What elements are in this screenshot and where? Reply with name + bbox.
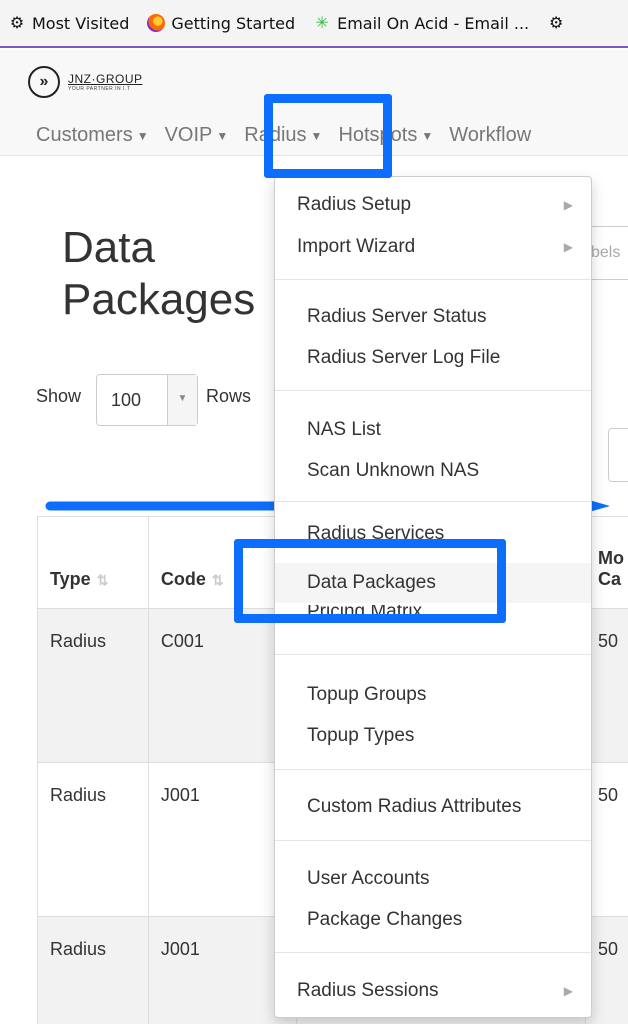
logo-text: JNZ·GROUP YOUR PARTNER IN I.T bbox=[68, 72, 143, 92]
cell-type: Radius bbox=[37, 916, 149, 1024]
menu-item-label: Package Changes bbox=[307, 909, 463, 930]
menu-item-nas-list[interactable]: NAS List bbox=[275, 410, 591, 450]
filter-input-partial[interactable] bbox=[608, 428, 628, 482]
menu-item-label: Radius Server Log File bbox=[307, 347, 501, 368]
cell-type: Radius bbox=[37, 762, 149, 917]
menu-item-scan-unknown-nas[interactable]: Scan Unknown NAS bbox=[275, 451, 591, 491]
caret-down-icon: ▼ bbox=[421, 128, 434, 143]
menu-item-package-changes[interactable]: Package Changes bbox=[275, 900, 591, 940]
nav-item-label: Workflow bbox=[449, 124, 532, 146]
show-label: Show bbox=[36, 386, 82, 406]
chevron-down-icon: ▼ bbox=[167, 375, 197, 425]
caret-down-icon: ▼ bbox=[216, 128, 229, 143]
menu-item-radius-setup[interactable]: Radius Setup ▶ bbox=[275, 185, 591, 225]
menu-divider bbox=[275, 279, 591, 280]
bookmark-label: Getting Started bbox=[171, 13, 296, 33]
bookmark-email-on-acid[interactable]: ✳ Email On Acid - Email ... bbox=[313, 14, 529, 33]
logo[interactable]: » JNZ·GROUP YOUR PARTNER IN I.T bbox=[28, 66, 143, 98]
spark-icon: ✳ bbox=[315, 13, 329, 32]
menu-item-import-wizard[interactable]: Import Wizard ▶ bbox=[275, 227, 591, 267]
menu-divider bbox=[275, 501, 591, 502]
logo-tagline: YOUR PARTNER IN I.T bbox=[68, 86, 131, 92]
menu-divider bbox=[275, 769, 591, 770]
menu-divider bbox=[275, 654, 591, 655]
bookmark-label: Most Visited bbox=[32, 13, 130, 33]
menu-item-topup-types[interactable]: Topup Types bbox=[275, 716, 591, 756]
menu-item-label: Radius Setup bbox=[297, 194, 412, 215]
menu-divider bbox=[275, 390, 591, 391]
bookmarks-bar: ⚙ Most Visited Getting Started ✳ Email O… bbox=[0, 0, 628, 48]
bookmark-label: Email On Acid - Email ... bbox=[337, 13, 530, 33]
bookmark-most-visited[interactable]: ⚙ Most Visited bbox=[8, 13, 130, 33]
menu-item-label: Custom Radius Attributes bbox=[307, 796, 522, 817]
chevron-right-icon: ▶ bbox=[563, 240, 573, 254]
nav-item-label: Customers bbox=[36, 124, 133, 146]
menu-item-label: Scan Unknown NAS bbox=[307, 460, 480, 481]
menu-item-label: Radius Sessions bbox=[297, 980, 439, 1001]
sort-icon: ⇅ bbox=[96, 572, 109, 588]
firefox-icon bbox=[147, 14, 166, 32]
cell-type: Radius bbox=[37, 608, 149, 763]
data-packages-highlight-box bbox=[234, 539, 506, 623]
menu-item-topup-groups[interactable]: Topup Groups bbox=[275, 675, 591, 715]
nav-item-customers[interactable]: Customers ▼ bbox=[36, 124, 149, 147]
nav-item-voip[interactable]: VOIP ▼ bbox=[165, 124, 229, 147]
caret-down-icon: ▼ bbox=[136, 128, 149, 143]
menu-divider bbox=[275, 840, 591, 841]
menu-item-label: Topup Groups bbox=[307, 684, 427, 705]
chevron-right-icon: ▶ bbox=[563, 198, 573, 212]
column-header-type[interactable]: Type ⇅ bbox=[37, 516, 149, 609]
menu-item-radius-server-status[interactable]: Radius Server Status bbox=[275, 297, 591, 337]
menu-item-radius-sessions[interactable]: Radius Sessions ▶ bbox=[275, 971, 591, 1011]
menu-divider bbox=[275, 952, 591, 953]
search-input-partial[interactable]: bels bbox=[588, 226, 628, 280]
menu-item-label: Topup Types bbox=[307, 725, 415, 746]
logo-name: JNZ·GROUP bbox=[68, 72, 143, 86]
menu-item-label: Radius Server Status bbox=[307, 306, 487, 327]
gear-icon: ⚙ bbox=[548, 13, 564, 32]
menu-item-label: Import Wizard bbox=[297, 236, 416, 257]
logo-chevron-icon: » bbox=[28, 66, 60, 98]
rows-per-page-select[interactable]: 100 ▼ bbox=[96, 374, 198, 426]
menu-item-user-accounts[interactable]: User Accounts bbox=[275, 859, 591, 899]
menu-item-custom-radius-attributes[interactable]: Custom Radius Attributes bbox=[275, 787, 591, 827]
bookmark-more[interactable]: ⚙ bbox=[547, 14, 565, 32]
page-title: Data Packages bbox=[62, 223, 256, 324]
nav-item-label: VOIP bbox=[164, 124, 213, 146]
bookmark-getting-started[interactable]: Getting Started bbox=[147, 14, 295, 33]
rows-per-page-value: 100 bbox=[111, 390, 142, 410]
menu-item-radius-server-log[interactable]: Radius Server Log File bbox=[275, 338, 591, 378]
sort-icon: ⇅ bbox=[211, 572, 224, 588]
menu-item-label: User Accounts bbox=[307, 868, 430, 889]
menu-item-label: NAS List bbox=[307, 419, 381, 440]
gear-icon: ⚙ bbox=[9, 13, 25, 32]
chevron-right-icon: ▶ bbox=[563, 984, 573, 998]
radius-highlight-box bbox=[264, 94, 392, 178]
nav-item-workflow[interactable]: Workflow bbox=[449, 124, 531, 147]
rows-label: Rows bbox=[206, 386, 252, 406]
